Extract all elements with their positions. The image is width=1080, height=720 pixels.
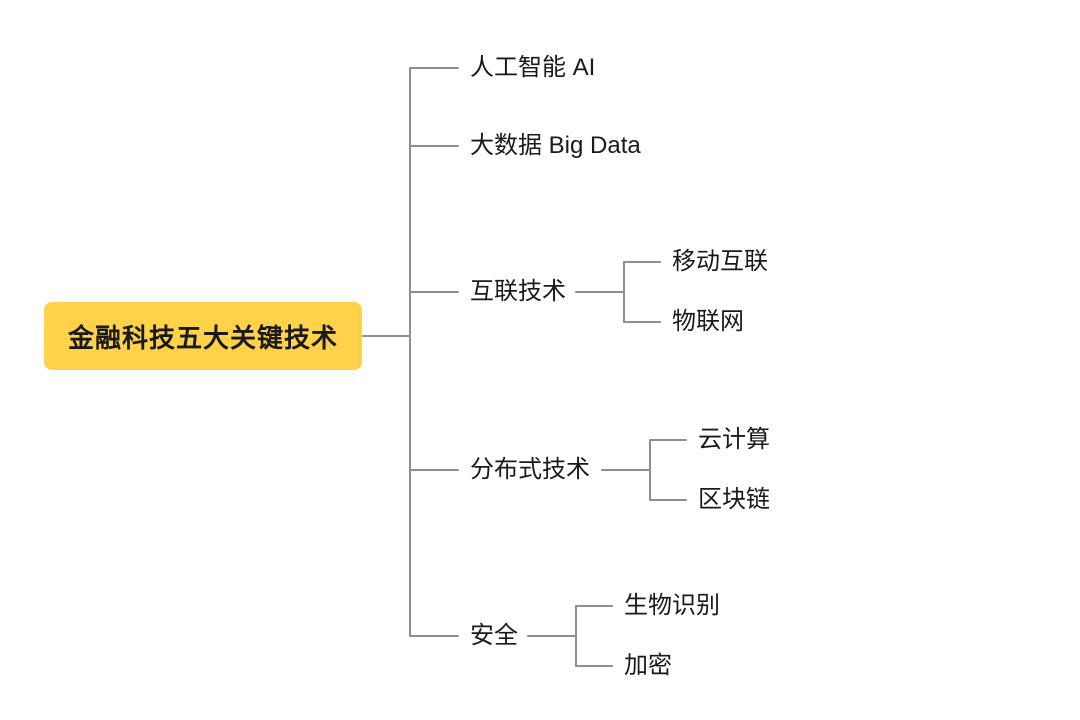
mindmap-root-node[interactable]: 金融科技五大关键技术 [44, 302, 362, 370]
leaf-node-mobile-internet[interactable]: 移动互联 [672, 248, 768, 277]
branch-label: 互联技术 [470, 278, 566, 305]
branch-label: 安全 [470, 622, 518, 649]
leaf-label: 物联网 [672, 308, 744, 335]
leaf-node-iot[interactable]: 物联网 [672, 308, 744, 337]
branch-node-security[interactable]: 安全 [470, 622, 518, 651]
leaf-node-encryption[interactable]: 加密 [624, 652, 672, 681]
branch-label: 大数据 Big Data [470, 132, 641, 159]
leaf-node-blockchain[interactable]: 区块链 [698, 486, 770, 515]
branch-label: 分布式技术 [470, 456, 590, 483]
branch-node-bigdata[interactable]: 大数据 Big Data [470, 132, 641, 161]
leaf-node-cloud[interactable]: 云计算 [698, 426, 770, 455]
leaf-label: 加密 [624, 652, 672, 679]
leaf-label: 生物识别 [624, 592, 720, 619]
branch-node-distributed[interactable]: 分布式技术 [470, 456, 590, 485]
branch-node-ai[interactable]: 人工智能 AI [470, 54, 595, 83]
branch-label: 人工智能 AI [470, 54, 595, 81]
branch-node-interconnect[interactable]: 互联技术 [470, 278, 566, 307]
root-label: 金融科技五大关键技术 [68, 318, 338, 355]
leaf-label: 云计算 [698, 426, 770, 453]
mindmap-canvas: 金融科技五大关键技术 人工智能 AI 大数据 Big Data 互联技术 移动互… [0, 0, 1080, 720]
leaf-label: 区块链 [698, 486, 770, 513]
leaf-label: 移动互联 [672, 248, 768, 275]
leaf-node-biometrics[interactable]: 生物识别 [624, 592, 720, 621]
